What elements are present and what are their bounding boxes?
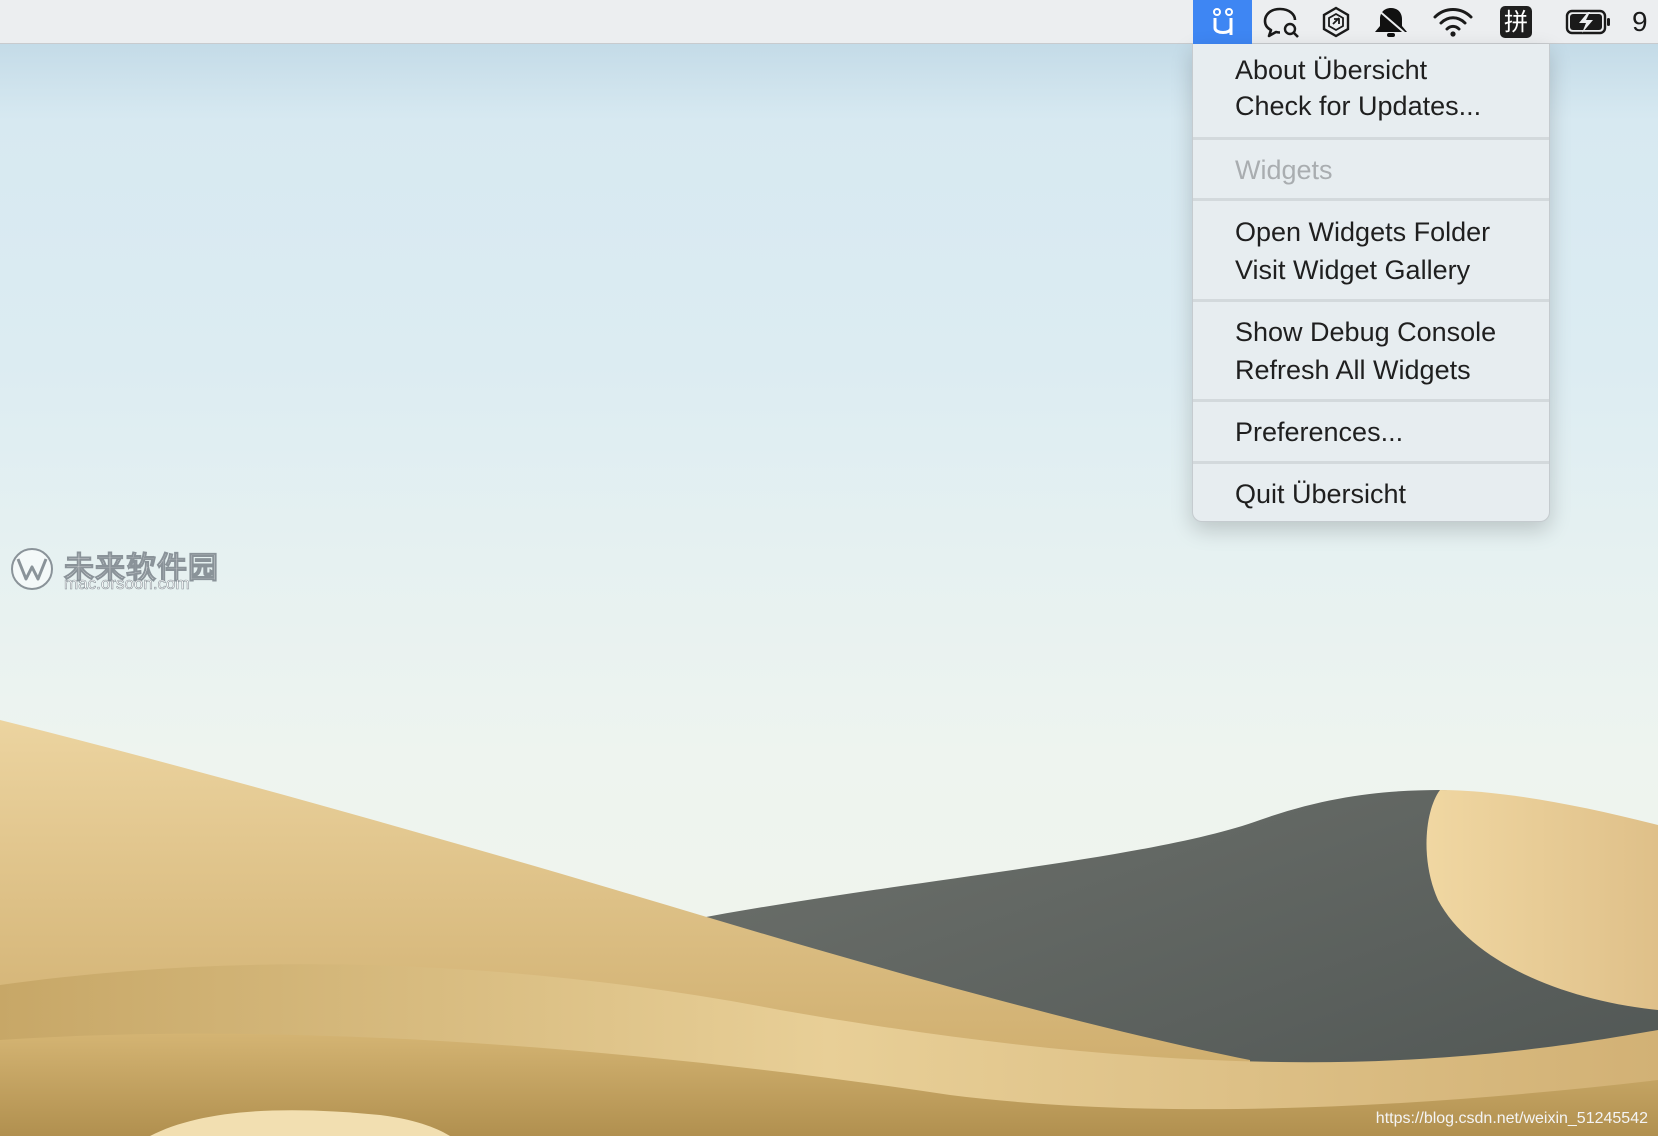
notification-bell-icon[interactable]	[1368, 0, 1414, 44]
menu-item-preferences[interactable]: Preferences...	[1235, 416, 1403, 448]
menu-item-check-updates[interactable]: Check for Updates...	[1235, 90, 1481, 122]
desktop: 拼 9 About Übersicht Check for Updates...…	[0, 0, 1658, 1136]
watermark: 未来软件园 mac.orsoon.com	[8, 543, 219, 595]
menu-bar: 拼 9	[0, 0, 1658, 44]
menu-item-open-widgets-folder[interactable]: Open Widgets Folder	[1235, 216, 1490, 248]
menu-separator	[1193, 198, 1549, 201]
ubersicht-menu: About Übersicht Check for Updates... Wid…	[1192, 44, 1550, 522]
menu-item-show-debug-console[interactable]: Show Debug Console	[1235, 316, 1496, 348]
menu-separator	[1193, 299, 1549, 302]
menu-item-refresh-all-widgets[interactable]: Refresh All Widgets	[1235, 354, 1471, 386]
input-method-icon[interactable]: 拼	[1496, 0, 1536, 44]
menu-header-widgets: Widgets	[1235, 155, 1333, 185]
chat-search-icon[interactable]	[1256, 0, 1308, 44]
menu-item-visit-widget-gallery[interactable]: Visit Widget Gallery	[1235, 254, 1470, 286]
menu-item-quit[interactable]: Quit Übersicht	[1235, 478, 1406, 510]
wifi-icon[interactable]	[1428, 0, 1478, 44]
menu-separator	[1193, 137, 1549, 140]
ubersicht-icon[interactable]	[1193, 0, 1252, 44]
orsoon-logo-icon	[11, 548, 53, 590]
hexagon-app-icon[interactable]	[1314, 0, 1358, 44]
menu-separator	[1193, 461, 1549, 464]
watermark-url: mac.orsoon.com	[64, 574, 190, 594]
input-method-glyph: 拼	[1500, 6, 1532, 38]
footer-url: https://blog.csdn.net/weixin_51245542	[1375, 1110, 1648, 1127]
battery-charging-icon[interactable]	[1562, 0, 1616, 44]
menu-item-about[interactable]: About Übersicht	[1235, 54, 1427, 86]
menu-separator	[1193, 399, 1549, 402]
menubar-clock[interactable]: 9	[1632, 0, 1658, 44]
